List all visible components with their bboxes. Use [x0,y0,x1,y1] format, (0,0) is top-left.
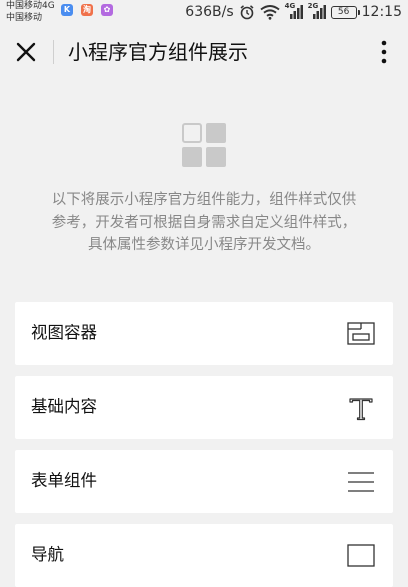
menu-item-basic-content[interactable]: 基础内容 [15,376,393,439]
carrier-line-1: 中国移动4G [6,1,55,11]
alarm-icon [240,5,254,20]
battery-icon: 56 [330,5,360,19]
menu-item-label: 表单组件 [31,471,97,490]
intro-line-2: 参考，开发者可根据自身需求自定义组件样式， [51,214,357,231]
menu-item-label: 视图容器 [31,323,97,342]
net-speed: 636B/s [185,4,234,20]
form-lines-icon [348,472,374,492]
signal-2g-icon: 2G [308,2,326,19]
view-container-icon [347,322,375,345]
components-logo-icon [182,123,226,167]
navigation-icon [347,544,375,567]
more-options-button[interactable] [372,38,396,66]
k-app-icon: K [61,4,73,16]
menu-item-navigation[interactable]: 导航 [15,524,393,587]
status-bar: 中国移动4G 中国移动 K 淘 ✿ 636B/s 4G 2G 56 12:15 [0,0,408,24]
purple-app-icon: ✿ [101,4,113,16]
clock-time: 12:15 [361,4,402,20]
status-indicators: 636B/s 4G 2G 56 12:15 [185,0,402,24]
intro-description: 以下将展示小程序官方组件能力，组件样式仅供 参考，开发者可根据自身需求自定义组件… [30,189,378,257]
page-title: 小程序官方组件展示 [68,40,248,64]
more-vertical-icon [381,40,387,64]
wifi-icon [260,5,280,20]
taobao-app-icon: 淘 [81,4,93,16]
nav-divider [53,40,54,64]
text-t-icon [349,398,373,421]
carrier-info: 中国移动4G 中国移动 [6,0,55,24]
intro-line-3: 具体属性参数详见小程序开发文档。 [88,237,320,253]
menu-item-form-components[interactable]: 表单组件 [15,450,393,513]
signal-4g-icon: 4G [285,2,303,19]
close-button[interactable] [10,36,42,68]
menu-item-label: 基础内容 [31,397,97,416]
close-icon [16,42,36,62]
carrier-line-2: 中国移动 [6,13,43,23]
navigation-bar: 小程序官方组件展示 [0,24,408,80]
intro-line-1: 以下将展示小程序官方组件能力，组件样式仅供 [51,192,357,208]
menu-item-view-container[interactable]: 视图容器 [15,302,393,365]
